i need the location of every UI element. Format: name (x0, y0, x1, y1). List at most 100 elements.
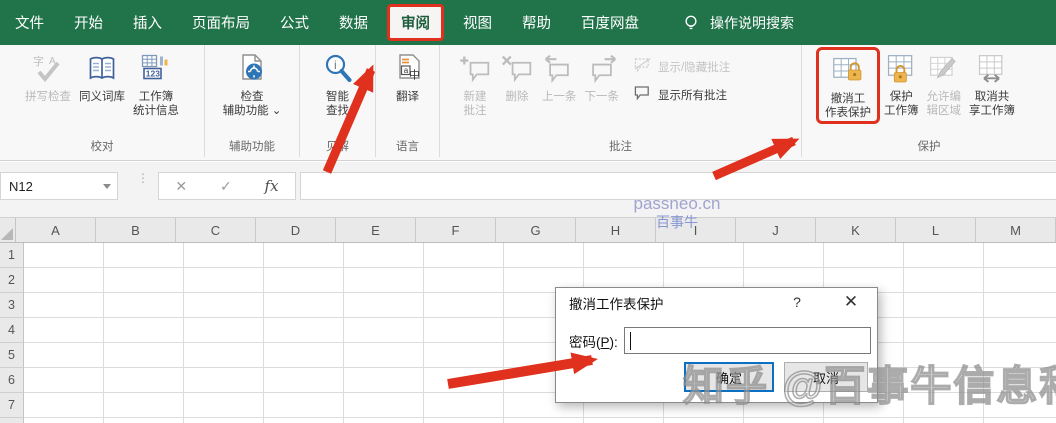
cell-H8[interactable] (584, 418, 664, 423)
workbook-stats-button[interactable]: 123 工作簿 统计信息 (129, 49, 183, 118)
cell-K8[interactable] (824, 418, 904, 423)
cell-L4[interactable] (904, 318, 984, 343)
cell-A7[interactable] (24, 393, 104, 418)
cell-B6[interactable] (104, 368, 184, 393)
cell-E8[interactable] (344, 418, 424, 423)
cell-C8[interactable] (184, 418, 264, 423)
translate-button[interactable]: a 中翻译 (387, 49, 429, 104)
dialog-help-button[interactable]: ? (786, 294, 808, 310)
cell-L3[interactable] (904, 293, 984, 318)
cell-F1[interactable] (424, 243, 504, 268)
formula-bar-grip[interactable]: ⋮ (137, 172, 149, 184)
cell-E2[interactable] (344, 268, 424, 293)
cell-C5[interactable] (184, 343, 264, 368)
check-accessibility-button[interactable]: 检查 辅助功能 ⌄ (219, 49, 286, 118)
menu-tab-4[interactable]: 页面布局 (177, 0, 265, 45)
cell-C4[interactable] (184, 318, 264, 343)
column-header-G[interactable]: G (496, 218, 576, 242)
insert-function-icon[interactable]: fx (265, 177, 279, 195)
cell-A5[interactable] (24, 343, 104, 368)
spell-check-button[interactable]: 字 A 拼写检查 (21, 49, 75, 104)
column-header-L[interactable]: L (896, 218, 976, 242)
cell-E6[interactable] (344, 368, 424, 393)
cell-E7[interactable] (344, 393, 424, 418)
menu-tab-7[interactable]: 审阅 (387, 4, 444, 41)
row-header-4[interactable]: 4 (0, 318, 24, 343)
column-header-H[interactable]: H (576, 218, 656, 242)
cell-C2[interactable] (184, 268, 264, 293)
column-header-J[interactable]: J (736, 218, 816, 242)
menu-tab-8[interactable]: 视图 (448, 0, 507, 45)
column-header-A[interactable]: A (16, 218, 96, 242)
cell-I1[interactable] (664, 243, 744, 268)
column-header-D[interactable]: D (256, 218, 336, 242)
cell-M7[interactable] (984, 393, 1056, 418)
cell-A2[interactable] (24, 268, 104, 293)
row-header-3[interactable]: 3 (0, 293, 24, 318)
cell-C3[interactable] (184, 293, 264, 318)
cell-B4[interactable] (104, 318, 184, 343)
enter-entry-icon[interactable]: ✓ (220, 178, 232, 195)
next-comment-button[interactable]: 下一条 (581, 49, 624, 104)
row-header-8[interactable]: 8 (0, 418, 24, 423)
show-hide-comment-button[interactable]: 显示/隐藏批注 (633, 57, 730, 76)
column-header-B[interactable]: B (96, 218, 176, 242)
cell-D4[interactable] (264, 318, 344, 343)
smart-lookup-button[interactable]: i 智能 查找 (317, 49, 359, 118)
unprotect-sheet-button[interactable]: 撤消工 作表保护 (821, 51, 875, 120)
cell-A1[interactable] (24, 243, 104, 268)
cell-L2[interactable] (904, 268, 984, 293)
cell-A3[interactable] (24, 293, 104, 318)
cell-C6[interactable] (184, 368, 264, 393)
column-header-I[interactable]: I (656, 218, 736, 242)
cell-G8[interactable] (504, 418, 584, 423)
cell-E4[interactable] (344, 318, 424, 343)
cell-B5[interactable] (104, 343, 184, 368)
cell-M3[interactable] (984, 293, 1056, 318)
cell-A4[interactable] (24, 318, 104, 343)
column-header-F[interactable]: F (416, 218, 496, 242)
cell-A8[interactable] (24, 418, 104, 423)
cell-A6[interactable] (24, 368, 104, 393)
cell-G1[interactable] (504, 243, 584, 268)
cell-F8[interactable] (424, 418, 504, 423)
column-header-M[interactable]: M (976, 218, 1056, 242)
cell-F4[interactable] (424, 318, 504, 343)
column-header-K[interactable]: K (816, 218, 896, 242)
cell-B3[interactable] (104, 293, 184, 318)
cell-L8[interactable] (904, 418, 984, 423)
name-box[interactable]: N12 (0, 172, 118, 200)
menu-tab-9[interactable]: 帮助 (507, 0, 566, 45)
protect-workbook-button[interactable]: 保护 工作簿 (880, 49, 923, 118)
thesaurus-button[interactable]: 同义词库 (75, 49, 129, 104)
row-header-5[interactable]: 5 (0, 343, 24, 368)
cell-L5[interactable] (904, 343, 984, 368)
cell-F2[interactable] (424, 268, 504, 293)
cell-D5[interactable] (264, 343, 344, 368)
dialog-close-icon[interactable]: ✕ (836, 292, 866, 312)
cell-D6[interactable] (264, 368, 344, 393)
cell-B8[interactable] (104, 418, 184, 423)
cell-M6[interactable] (984, 368, 1056, 393)
cell-D2[interactable] (264, 268, 344, 293)
cell-F5[interactable] (424, 343, 504, 368)
show-all-comments-button[interactable]: 显示所有批注 (633, 85, 730, 104)
menu-tab-1[interactable]: 文件 (0, 0, 59, 45)
password-input[interactable] (624, 327, 871, 354)
menu-tab-3[interactable]: 插入 (118, 0, 177, 45)
select-all-corner[interactable] (0, 218, 16, 242)
cell-D3[interactable] (264, 293, 344, 318)
cell-E5[interactable] (344, 343, 424, 368)
ok-button[interactable]: 确定 (684, 362, 774, 392)
row-header-7[interactable]: 7 (0, 393, 24, 418)
formula-input[interactable] (300, 172, 1056, 200)
cancel-button[interactable]: 取消 (784, 362, 868, 392)
cell-F6[interactable] (424, 368, 504, 393)
cell-I8[interactable] (664, 418, 744, 423)
cell-M8[interactable] (984, 418, 1056, 423)
cell-E3[interactable] (344, 293, 424, 318)
cell-H1[interactable] (584, 243, 664, 268)
cell-L1[interactable] (904, 243, 984, 268)
cell-C1[interactable] (184, 243, 264, 268)
cell-B2[interactable] (104, 268, 184, 293)
